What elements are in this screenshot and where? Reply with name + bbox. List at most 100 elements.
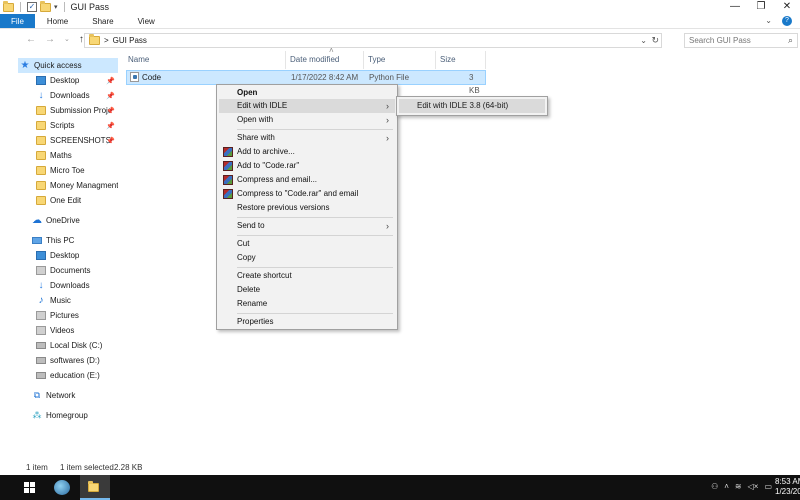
sidebar-item-downloads-pc[interactable]: ↓ Downloads (18, 278, 118, 293)
search-placeholder: Search GUI Pass (689, 36, 751, 45)
download-icon: ↓ (38, 280, 44, 291)
cloud-icon: ☁ (32, 215, 42, 226)
sidebar-item-onedrive[interactable]: ☁ OneDrive (18, 213, 118, 228)
menu-item-edit-with-idle[interactable]: Edit with IDLE › (219, 99, 395, 113)
network-icon: ⧉ (33, 390, 41, 400)
windows-start-icon[interactable] (24, 482, 35, 493)
folder-icon (89, 34, 100, 45)
sidebar-item-scripts[interactable]: Scripts 📌 (18, 118, 118, 133)
help-icon[interactable]: ? (782, 16, 792, 26)
sidebar-item-screenshots[interactable]: SCREENSHOTS 📌 (18, 133, 118, 148)
sidebar-item-desktop[interactable]: Desktop 📌 (18, 73, 118, 88)
column-headers: ˄ Name Date modified Type Size (124, 46, 488, 69)
menu-item-add-to-archive[interactable]: Add to archive... (219, 145, 395, 159)
menu-item-properties[interactable]: Properties (219, 315, 395, 329)
recent-locations-icon[interactable]: ⌄ (64, 34, 70, 46)
customize-toolbar-icon[interactable]: ▾ (54, 3, 58, 11)
menu-item-compress-to-code-rar-email[interactable]: Compress to "Code.rar" and email (219, 187, 395, 201)
back-arrow-icon[interactable]: ← (26, 34, 36, 46)
sidebar-item-homegroup[interactable]: ⁂ Homegroup (18, 408, 118, 423)
chevron-right-icon: › (386, 101, 389, 111)
sidebar-item-quick-access[interactable]: ★ Quick access (18, 58, 118, 73)
sidebar-item-label: One Edit (50, 196, 82, 205)
refresh-icon[interactable]: ↻ (651, 34, 659, 47)
menu-item-compress-and-email[interactable]: Compress and email... (219, 173, 395, 187)
sidebar-item-desktop-pc[interactable]: Desktop (18, 248, 118, 263)
properties-quick-icon[interactable]: ✓ (27, 2, 37, 12)
expand-ribbon-icon[interactable]: ⌄ (765, 16, 772, 26)
menu-item-add-to-code-rar[interactable]: Add to "Code.rar" (219, 159, 395, 173)
sidebar-item-videos[interactable]: Videos (18, 323, 118, 338)
people-icon[interactable]: ⚇ (711, 482, 718, 491)
sidebar-item-softwares-d[interactable]: softwares (D:) (18, 353, 118, 368)
menu-item-cut[interactable]: Cut (219, 237, 395, 251)
tab-share[interactable]: Share (80, 14, 125, 28)
pin-icon: 📌 (106, 122, 115, 130)
column-date-modified[interactable]: Date modified (286, 51, 364, 69)
sidebar-item-pictures[interactable]: Pictures (18, 308, 118, 323)
sidebar-item-downloads[interactable]: ↓ Downloads 📌 (18, 88, 118, 103)
sidebar-item-this-pc[interactable]: This PC (18, 233, 118, 248)
file-name: Code (142, 73, 162, 82)
column-type[interactable]: Type (364, 51, 436, 69)
menu-item-rename[interactable]: Rename (219, 297, 395, 311)
sidebar-item-label: Submission Projects (50, 106, 110, 115)
system-tray: ⚇ ˄ ≋ ◁× ▭ (711, 482, 772, 491)
menu-item-send-to[interactable]: Send to › (219, 219, 395, 233)
menu-item-share-with[interactable]: Share with › (219, 131, 395, 145)
sidebar-item-one-edit[interactable]: One Edit (18, 193, 118, 208)
close-button[interactable]: ✕ (774, 0, 800, 14)
menu-item-create-shortcut[interactable]: Create shortcut (219, 269, 395, 283)
sidebar-item-maths[interactable]: Maths (18, 148, 118, 163)
sidebar-item-money-managment[interactable]: Money Managment (18, 178, 118, 193)
sidebar-item-education-e[interactable]: education (E:) (18, 368, 118, 383)
menu-item-copy[interactable]: Copy (219, 251, 395, 265)
language-icon[interactable]: ▭ (764, 482, 772, 491)
breadcrumb-separator[interactable]: > (104, 36, 109, 45)
clock[interactable]: 8:53 AM 1/23/2022 (775, 477, 800, 497)
sidebar-item-label: Scripts (50, 121, 75, 130)
new-folder-quick-icon[interactable] (40, 0, 51, 12)
drive-icon (36, 372, 46, 379)
sidebar-item-label: Local Disk (C:) (50, 341, 103, 350)
wifi-icon[interactable]: ≋ (735, 482, 742, 491)
column-size[interactable]: Size (436, 51, 486, 69)
maximize-button[interactable]: ❐ (748, 0, 774, 14)
menu-item-open-with[interactable]: Open with › (219, 113, 395, 127)
sidebar-item-local-disk-c[interactable]: Local Disk (C:) (18, 338, 118, 353)
minimize-button[interactable]: — (722, 0, 748, 14)
sidebar-item-network[interactable]: ⧉ Network (18, 388, 118, 403)
drive-icon (36, 342, 46, 349)
pinned-app-icon[interactable] (54, 480, 70, 495)
drive-icon (36, 357, 46, 364)
file-explorer-taskbar-button[interactable] (80, 475, 110, 500)
sidebar-item-label: This PC (46, 236, 75, 245)
menu-item-label: Edit with IDLE (237, 101, 288, 110)
address-bar[interactable]: > GUI Pass ⌄ ↻ (84, 33, 662, 48)
sidebar-item-submission-projects[interactable]: Submission Projects 📌 (18, 103, 118, 118)
search-input[interactable]: Search GUI Pass ⌕ (684, 33, 798, 48)
forward-arrow-icon[interactable]: → (45, 34, 55, 46)
sidebar-item-label: Desktop (50, 251, 80, 260)
menu-item-open[interactable]: Open (219, 86, 395, 100)
sidebar-item-documents[interactable]: Documents (18, 263, 118, 278)
chevron-right-icon: › (386, 221, 389, 231)
column-name[interactable]: Name (124, 51, 286, 69)
menu-item-label: Add to "Code.rar" (237, 161, 300, 170)
volume-icon[interactable]: ◁× (748, 482, 759, 491)
file-row[interactable]: Code 1/17/2022 8:42 AM Python File 3 KB (126, 70, 486, 95)
breadcrumb[interactable]: GUI Pass (113, 36, 147, 45)
menu-item-restore-previous-versions[interactable]: Restore previous versions (219, 201, 395, 215)
menu-item-edit-with-idle-3-8[interactable]: Edit with IDLE 3.8 (64-bit) (399, 99, 545, 113)
tab-file[interactable]: File (0, 14, 35, 28)
tab-home[interactable]: Home (35, 14, 80, 28)
chevron-up-icon[interactable]: ˄ (724, 482, 729, 491)
sidebar-item-music[interactable]: ♪ Music (18, 293, 118, 308)
menu-item-delete[interactable]: Delete (219, 283, 395, 297)
search-icon[interactable]: ⌕ (788, 34, 793, 47)
folder-icon (36, 196, 46, 205)
tab-view[interactable]: View (126, 14, 167, 28)
sidebar-item-micro-toe[interactable]: Micro Toe (18, 163, 118, 178)
address-dropdown-icon[interactable]: ⌄ (640, 34, 647, 47)
music-icon: ♪ (38, 295, 44, 306)
